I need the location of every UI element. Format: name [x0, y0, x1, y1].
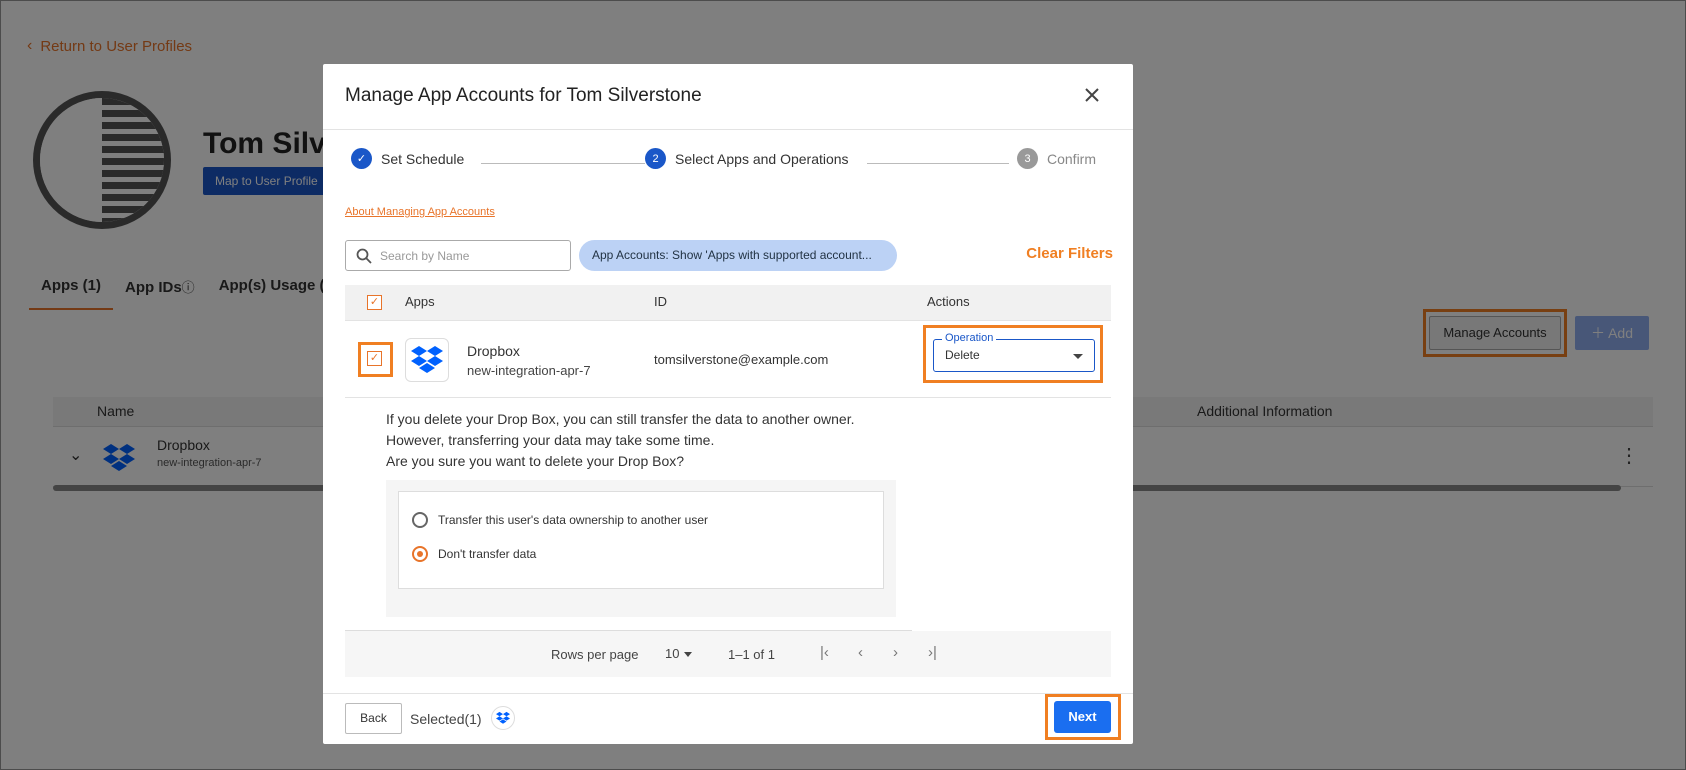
filter-chip[interactable]: App Accounts: Show 'Apps with supported …	[579, 240, 897, 271]
operation-value: Delete	[945, 348, 980, 362]
step-connector	[867, 163, 1017, 164]
dialog-footer: Back Selected(1) Next	[323, 693, 1133, 744]
table-header: ✓ Apps ID Actions	[345, 285, 1111, 320]
step-select-apps: 2 Select Apps and Operations	[645, 148, 855, 169]
dialog-title: Manage App Accounts for Tom Silverstone	[345, 85, 702, 106]
back-button[interactable]: Back	[345, 703, 402, 734]
column-id: ID	[654, 294, 667, 309]
close-icon[interactable]	[1081, 84, 1103, 106]
column-apps: Apps	[405, 294, 435, 309]
radio-transfer[interactable]	[412, 512, 428, 528]
page-range: 1–1 of 1	[728, 647, 775, 662]
manage-app-accounts-dialog: Manage App Accounts for Tom Silverstone …	[323, 64, 1133, 744]
row-checkbox[interactable]: ✓	[367, 351, 382, 366]
last-page-icon[interactable]: ›|	[928, 644, 937, 661]
account-id: tomsilverstone@example.com	[654, 352, 829, 367]
check-icon: ✓	[351, 148, 372, 169]
operation-label: Operation	[942, 332, 997, 344]
radio-dont-transfer[interactable]	[412, 546, 428, 562]
step-label: Set Schedule	[381, 150, 465, 167]
stepper: ✓ Set Schedule 2 Select Apps and Operati…	[351, 148, 1113, 178]
rows-per-page-label: Rows per page	[551, 647, 639, 662]
step-number: 3	[1017, 148, 1038, 169]
prev-page-icon[interactable]: ‹	[858, 644, 863, 661]
apps-table: ✓ Apps ID Actions ✓ Dropbox new-integrat…	[345, 285, 1111, 398]
step-connector	[481, 163, 646, 164]
selected-count: Selected(1)	[410, 711, 482, 727]
warning-question: Are you sure you want to delete your Dro…	[386, 453, 685, 469]
first-page-icon[interactable]: |‹	[820, 644, 829, 661]
dropbox-icon	[491, 706, 515, 730]
transfer-options-panel: Transfer this user's data ownership to a…	[386, 480, 896, 617]
next-page-icon[interactable]: ›	[893, 644, 898, 661]
dropbox-icon	[405, 338, 449, 382]
app-name: Dropbox	[467, 343, 520, 359]
step-label: Select Apps and Operations	[675, 150, 849, 167]
table-row: ✓ Dropbox new-integration-apr-7 tomsilve…	[345, 320, 1111, 398]
dialog-header: Manage App Accounts for Tom Silverstone	[323, 64, 1133, 130]
delete-warning: If you delete your Drop Box, you can sti…	[386, 409, 866, 472]
pagination: Rows per page 10 1–1 of 1 |‹ ‹ › ›|	[345, 631, 1111, 677]
step-number: 2	[645, 148, 666, 169]
about-managing-link[interactable]: About Managing App Accounts	[345, 206, 495, 218]
next-button[interactable]: Next	[1054, 701, 1111, 733]
step-confirm: 3 Confirm	[1009, 148, 1103, 169]
option-label: Don't transfer data	[438, 547, 537, 561]
column-actions: Actions	[927, 294, 970, 309]
caret-down-icon[interactable]	[684, 652, 692, 657]
operation-select[interactable]: Operation Delete	[933, 332, 1095, 372]
option-dont-transfer[interactable]: Don't transfer data	[412, 546, 536, 562]
select-all-checkbox[interactable]: ✓	[367, 295, 382, 310]
app-integration: new-integration-apr-7	[467, 363, 591, 378]
step-set-schedule: ✓ Set Schedule	[351, 148, 471, 169]
search-icon	[356, 248, 372, 264]
step-label: Confirm	[1047, 150, 1097, 167]
warning-text: If you delete your Drop Box, you can sti…	[386, 411, 855, 448]
transfer-options: Transfer this user's data ownership to a…	[398, 491, 884, 589]
caret-down-icon	[1073, 354, 1083, 359]
search-input[interactable]	[380, 248, 560, 263]
clear-filters-button[interactable]: Clear Filters	[1026, 245, 1113, 262]
option-transfer[interactable]: Transfer this user's data ownership to a…	[412, 512, 708, 528]
option-label: Transfer this user's data ownership to a…	[438, 513, 708, 527]
rows-per-page-select[interactable]: 10	[665, 646, 679, 661]
search-field[interactable]	[345, 240, 571, 271]
